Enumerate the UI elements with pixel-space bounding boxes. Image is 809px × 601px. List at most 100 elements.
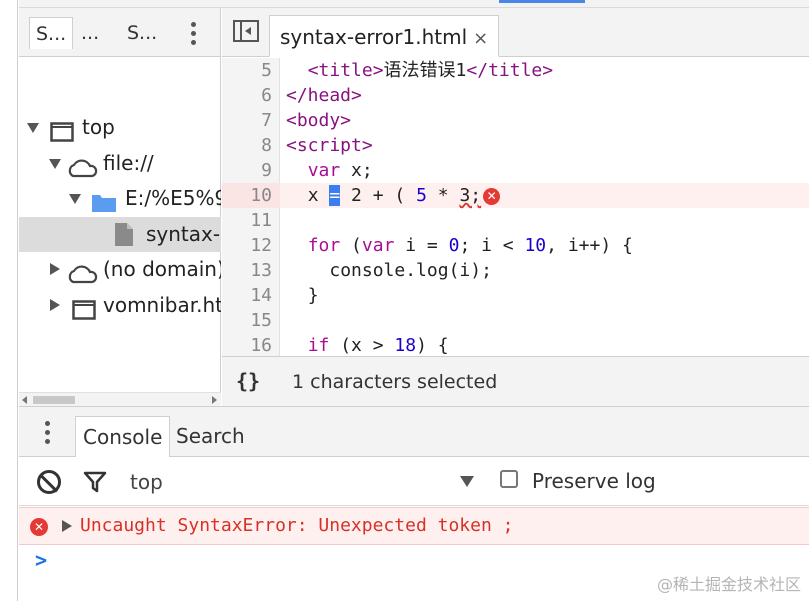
selected-token: =	[329, 185, 341, 206]
navigator-tabbar: S... ... S...	[19, 8, 220, 57]
preserve-log-label[interactable]: Preserve log	[532, 469, 656, 493]
watermark: @稀土掘金技术社区	[656, 575, 801, 594]
scrollbar-thumb[interactable]	[33, 396, 75, 404]
code-view[interactable]: 5 <title>语法错误1</title> 6 </head> 7 <body> 8 <s…	[222, 58, 809, 356]
line-number[interactable]: 10	[222, 183, 280, 208]
code-token: , i++) {	[546, 235, 633, 256]
code-token: (	[340, 235, 362, 256]
code-token: for	[307, 235, 341, 256]
navigator-tab-snippets[interactable]: S...	[127, 17, 157, 49]
line-number[interactable]: 15	[222, 308, 280, 333]
line-number[interactable]: 14	[222, 283, 280, 308]
scroll-left-arrow-icon[interactable]	[22, 396, 27, 404]
code-line[interactable]: 12 for (var i = 0; i < 10, i++) {	[222, 233, 809, 258]
code-token: + (	[361, 185, 417, 206]
code-line[interactable]: 13 console.log(i);	[222, 258, 809, 283]
line-number[interactable]: 11	[222, 208, 280, 233]
code-token: ; i <	[459, 235, 525, 256]
line-number[interactable]: 13	[222, 258, 280, 283]
inline-error-icon[interactable]: ✕	[483, 187, 501, 205]
code-line[interactable]: 7 <body>	[222, 108, 809, 133]
navigator-horizontal-scrollbar[interactable]	[19, 392, 221, 406]
code-text: <title>语法错误1</title>	[286, 58, 553, 83]
active-tab-indicator	[499, 0, 585, 3]
code-token: <body>	[286, 110, 352, 131]
drawer-tab-search[interactable]: Search	[176, 416, 245, 457]
navigator-tab-sources[interactable]: S...	[29, 17, 74, 49]
folder-icon	[91, 189, 117, 216]
console-error-message[interactable]: ✕ Uncaught SyntaxError: Unexpected token…	[19, 507, 809, 545]
sources-navigator: S... ... S... top file:// E:/%E5%9 synta…	[19, 8, 221, 406]
code-line[interactable]: 6 </head>	[222, 83, 809, 108]
line-number[interactable]: 16	[222, 333, 280, 356]
line-number[interactable]: 6	[222, 83, 280, 108]
code-line-error[interactable]: 10 x = 2 + ( 5 * 3; ✕	[222, 183, 809, 208]
code-token: x;	[340, 160, 373, 181]
collapse-arrow-icon[interactable]	[50, 299, 60, 311]
code-token: <title>	[307, 60, 384, 81]
code-text: }	[286, 283, 319, 308]
pretty-print-button[interactable]: {}	[236, 369, 260, 393]
code-token: if	[307, 335, 330, 356]
code-token: x	[307, 185, 330, 206]
code-line[interactable]: 9 var x;	[222, 158, 809, 183]
editor-tab-syntax-error1[interactable]: syntax-error1.html ×	[269, 15, 500, 57]
code-token: ) {	[416, 335, 449, 356]
collapse-arrow-icon[interactable]	[50, 263, 60, 275]
navigator-menu-icon[interactable]	[191, 22, 196, 49]
code-token: 18	[394, 335, 417, 356]
context-selector[interactable]: top	[130, 470, 163, 494]
navigator-tab-more[interactable]: ...	[81, 17, 99, 49]
close-tab-icon[interactable]: ×	[473, 28, 488, 49]
line-number[interactable]: 9	[222, 158, 280, 183]
tree-item-no-domain[interactable]: (no domain)	[19, 252, 221, 287]
toggle-navigator-icon[interactable]	[233, 20, 259, 42]
line-number[interactable]: 12	[222, 233, 280, 258]
code-token: console.log(i);	[329, 260, 492, 281]
console-toolbar: top Preserve log	[19, 458, 809, 506]
tree-item-syntax-file[interactable]: syntax-e	[19, 217, 221, 252]
clear-console-icon[interactable]	[37, 470, 61, 494]
preserve-log-checkbox[interactable]	[500, 470, 518, 488]
filter-icon[interactable]	[83, 471, 107, 493]
code-text: console.log(i);	[286, 258, 492, 283]
code-text: <script>	[286, 133, 373, 158]
line-number[interactable]: 8	[222, 133, 280, 158]
devtools-top-strip	[19, 0, 809, 8]
tree-item-vomnibar[interactable]: vomnibar.htm	[19, 288, 221, 323]
cloud-icon	[66, 154, 98, 181]
code-line[interactable]: 15	[222, 308, 809, 333]
window-left-edge	[0, 0, 18, 601]
expand-arrow-icon[interactable]	[27, 123, 39, 133]
line-number[interactable]: 7	[222, 108, 280, 133]
code-token: *	[426, 185, 460, 206]
code-line[interactable]: 11	[222, 208, 809, 233]
code-token: (x >	[329, 335, 395, 356]
tree-item-file[interactable]: file://	[19, 146, 221, 181]
code-line[interactable]: 14 }	[222, 283, 809, 308]
chevron-down-icon[interactable]	[460, 476, 474, 487]
code-line[interactable]: 8 <script>	[222, 133, 809, 158]
expand-arrow-icon[interactable]	[62, 520, 72, 532]
code-line[interactable]: 16 if (x > 18) {	[222, 333, 809, 356]
editor-status-bar: {} 1 characters selected	[222, 356, 809, 406]
tree-item-top[interactable]: top	[19, 110, 221, 145]
tree-item-folder[interactable]: E:/%E5%9(	[19, 181, 221, 216]
line-number[interactable]: 5	[222, 58, 280, 83]
scroll-right-arrow-icon[interactable]	[212, 396, 217, 404]
expand-arrow-icon[interactable]	[69, 194, 81, 204]
console-prompt-icon[interactable]: >	[35, 548, 47, 572]
file-icon	[114, 222, 134, 252]
code-token: 0	[448, 235, 460, 256]
drawer-tab-console[interactable]: Console	[75, 416, 171, 457]
code-line[interactable]: 5 <title>语法错误1</title>	[222, 58, 809, 83]
error-text: Uncaught SyntaxError: Unexpected token ;	[80, 515, 514, 536]
drawer-menu-icon[interactable]	[45, 421, 50, 448]
expand-arrow-icon[interactable]	[49, 159, 61, 169]
code-token: }	[307, 285, 319, 306]
